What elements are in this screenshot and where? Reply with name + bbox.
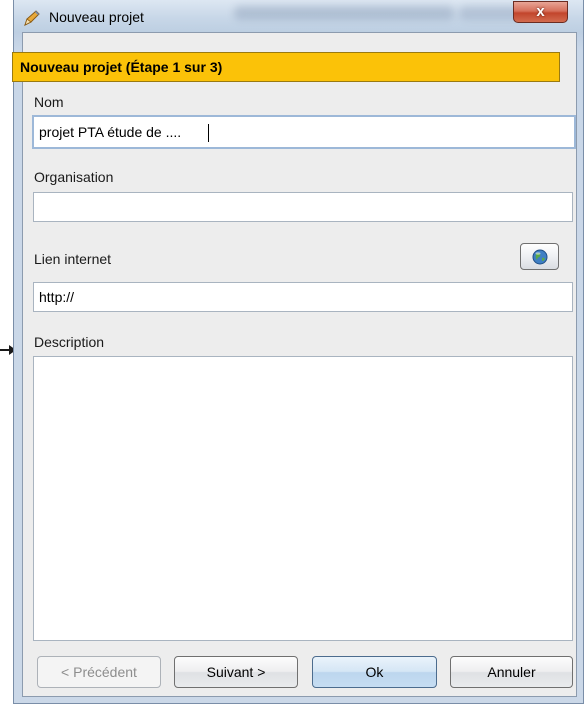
title-bar[interactable]: Nouveau projet x bbox=[14, 0, 583, 32]
description-textarea[interactable] bbox=[33, 356, 573, 641]
screen: Nouveau projet x Nouveau projet (Étape 1… bbox=[0, 0, 584, 704]
nom-label: Nom bbox=[34, 94, 64, 110]
description-label: Description bbox=[34, 334, 105, 350]
pencil-icon bbox=[24, 10, 40, 26]
next-button[interactable]: Suivant > bbox=[174, 656, 298, 688]
organisation-field[interactable] bbox=[33, 192, 573, 222]
organisation-label: Organisation bbox=[34, 169, 114, 185]
cancel-button[interactable]: Annuler bbox=[450, 656, 573, 688]
nom-field[interactable] bbox=[32, 115, 576, 149]
background-blur bbox=[234, 6, 454, 20]
step-header: Nouveau projet (Étape 1 sur 3) bbox=[12, 52, 560, 82]
previous-button[interactable]: < Précédent bbox=[37, 656, 161, 688]
close-button[interactable]: x bbox=[513, 1, 568, 23]
globe-icon bbox=[532, 249, 548, 265]
text-caret bbox=[208, 124, 209, 142]
open-link-button[interactable] bbox=[520, 243, 559, 270]
lien-internet-field[interactable] bbox=[33, 282, 573, 312]
window-title: Nouveau projet bbox=[49, 9, 144, 25]
lien-internet-label: Lien internet bbox=[34, 251, 112, 267]
ok-button[interactable]: Ok bbox=[312, 656, 437, 688]
